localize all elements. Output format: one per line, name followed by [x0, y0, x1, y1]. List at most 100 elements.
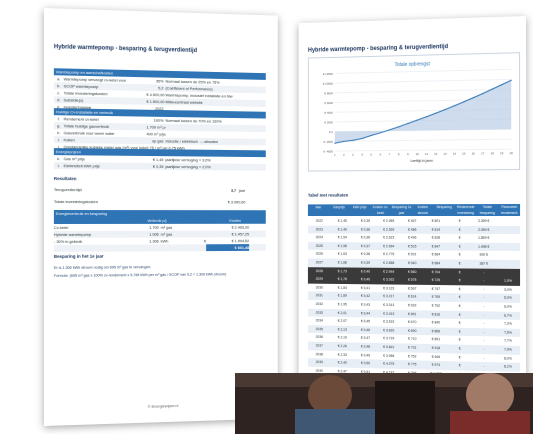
table-cell: € 1,84 — [337, 285, 347, 290]
x-tick-label: 19 — [500, 151, 504, 155]
table-cell: - — [483, 295, 485, 300]
table-header-cell: Kosten stroom — [417, 205, 429, 216]
table-cell: - — [483, 304, 485, 309]
table-cell: € — [458, 227, 461, 232]
table-cell: € — [458, 312, 461, 317]
x-tick-label: 13 — [443, 152, 447, 156]
table-cell: € 0,43 — [360, 302, 371, 307]
comparison-currency — [183, 244, 206, 251]
table-cell: € — [458, 261, 461, 266]
table-cell: € 1,58 — [337, 243, 347, 248]
table-cell: 2023 — [315, 227, 323, 232]
note-1: Er is 1.306 kWh stroom nodig om 695 m³ g… — [53, 265, 152, 270]
table-cell: 1.498 € — [478, 244, 490, 249]
table-cell: 2028 — [315, 268, 323, 273]
y-tick-label: € 0 — [329, 130, 333, 134]
table-cell — [496, 260, 520, 269]
energy-value: € 0,35 — [152, 163, 164, 169]
table-cell: € 3.123 — [383, 286, 395, 291]
table-cell: € 2.539 — [383, 227, 395, 232]
y-tick-label: € 8000 — [324, 91, 333, 95]
table-cell: € 840 — [431, 320, 441, 325]
table-cell: € 2.465 — [383, 218, 395, 223]
table-cell: € 3.515 — [383, 319, 395, 324]
x-tick-label: 4 — [361, 153, 363, 157]
table-header-cell: Jaar — [315, 205, 322, 210]
results-table-header: Jaar Gasprijs kWh prijs Kosten cv-ketel Besp… — [307, 204, 521, 216]
energy-row: l. Elektriciteit kWh prijs € 0,35 jaarlijks… — [53, 162, 266, 171]
comparison-label — [54, 245, 138, 252]
table-cell: € 647 — [431, 244, 441, 249]
comparison-rows: Verbruik p/j Kosten Cv-ketel 1.700 m³ gas € 2… — [44, 8, 278, 252]
table-cell: € 1,49 — [337, 227, 347, 232]
table-cell: € 3.217 — [383, 294, 395, 299]
energy-key: k. — [57, 156, 61, 162]
table-cell: - — [483, 287, 485, 292]
y-tick-label: € 2000 — [324, 120, 333, 124]
y-tick-label: € 10000 — [323, 82, 333, 86]
table-cell: € 2.944 — [383, 269, 395, 274]
table-cell: € 540 — [408, 261, 417, 266]
table-cell: € 601 — [431, 218, 441, 223]
table-cell: € 614 — [408, 294, 417, 299]
table-cell: 5,0% — [504, 296, 512, 301]
table-cell: € — [458, 270, 461, 274]
terugverdientijd-row: Terugverdientijd 3,7 jaar — [54, 186, 266, 194]
table-cell: € 2.694 — [383, 244, 395, 249]
x-axis-label: Leeftijd in jaren — [410, 159, 433, 163]
table-cell: € 628 — [431, 235, 441, 240]
table-cell: 2029 — [315, 277, 323, 282]
table-cell: € 597 — [408, 286, 417, 291]
table-cell: € 0,41 — [360, 285, 371, 290]
table-cell: € 3.032 — [383, 277, 395, 282]
x-tick-label: 6 — [379, 152, 381, 156]
table-cell: - — [483, 278, 485, 283]
table-cell: € — [458, 278, 461, 283]
gridline — [335, 79, 511, 83]
totale-invest-value: € 3.000,00 — [227, 199, 246, 205]
y-tick-label: € -2000 — [324, 140, 334, 144]
table-cell: € 0,35 — [360, 218, 371, 223]
x-tick-label: 12 — [434, 152, 438, 156]
table-cell — [496, 251, 520, 260]
table-cell: 1,9% — [504, 278, 512, 284]
table-cell: € 792 — [431, 303, 441, 308]
table-cell: 900 € — [479, 253, 489, 258]
y-tick-label: € 6000 — [324, 101, 333, 105]
table-cell: € 619 — [431, 227, 441, 232]
comparison-cost: € 601,48 — [206, 244, 250, 252]
table-cell: € 684 — [431, 261, 441, 266]
energy-rows: k. Gas m³ prijs € 1,45 jaarlijkse verhoging… — [44, 8, 278, 171]
table-cell: - — [483, 270, 485, 275]
table-cell: € 1,54 — [337, 235, 347, 240]
x-tick-label: 3 — [352, 153, 354, 157]
table-cell: 2030 — [315, 285, 323, 290]
x-tick-label: 15 — [462, 152, 466, 156]
table-header-cell: Besparing 1e jaar — [391, 205, 412, 216]
left-page: Hybride warmtepomp - besparing & terugve… — [44, 8, 278, 426]
energy-label: Elektriciteit kWh prijs — [63, 163, 100, 169]
x-tick-label: 10 — [416, 152, 420, 156]
x-tick-label: 8 — [398, 152, 400, 156]
x-tick-label: 9 — [407, 152, 409, 156]
table-cell: 2.059 € — [478, 227, 490, 232]
besparing-label: Besparing in het 1e jaar — [53, 253, 104, 259]
x-tick-label: 16 — [472, 151, 476, 155]
table-label: Tabel met resultaten — [307, 192, 349, 198]
table-cell: - — [483, 312, 485, 317]
table-row: 2022 € 1,45 € 0,35 € 2.465 € 467 € 601 €2.399 … — [307, 216, 521, 226]
totale-invest-label: Totale investeringskosten — [53, 199, 98, 205]
table-cell: € 1,68 — [337, 260, 347, 265]
table-cell: € 467 — [408, 218, 417, 223]
comparison-header-cell — [176, 217, 204, 224]
left-page-title: Hybride warmtepomp - besparing & terugve… — [53, 44, 198, 54]
terugverdientijd-label: Terugverdientijd — [53, 187, 82, 193]
table-header-cell: Financieel rendement — [500, 205, 518, 216]
table-cell: € 816 — [431, 312, 441, 317]
table-cell: € — [458, 218, 461, 223]
y-tick-label: € -4000 — [324, 149, 334, 153]
table-cell: 2032 — [315, 302, 323, 307]
table-cell: € 632 — [408, 303, 417, 308]
table-cell — [496, 243, 520, 252]
table-cell: € 1,73 — [337, 268, 347, 273]
